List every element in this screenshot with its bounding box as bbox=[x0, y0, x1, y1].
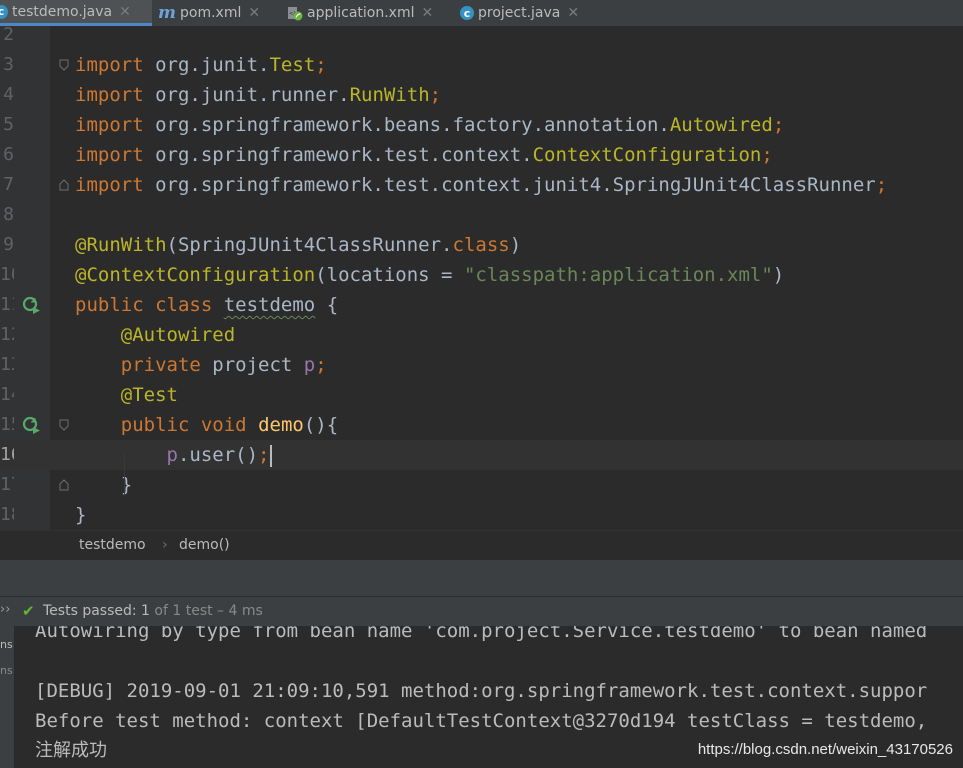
tests-passed-status: Tests passed: 1 of 1 test – 4 ms bbox=[43, 603, 263, 619]
breadcrumb: testdemo › demo() bbox=[0, 530, 963, 560]
code-line: 18 } bbox=[0, 504, 87, 526]
code-line: 15 public void demo(){ bbox=[0, 414, 339, 436]
code-line: 10 @ContextConfiguration(locations = "cl… bbox=[0, 264, 785, 286]
fold-start-icon[interactable] bbox=[59, 59, 69, 71]
run-test-icon[interactable] bbox=[22, 295, 42, 315]
class-name: testdemo bbox=[223, 294, 316, 316]
code-line: 2 bbox=[3, 26, 14, 45]
editor-tab-bar: c testdemo.java ✕ m pom.xml ✕ </> applic… bbox=[0, 0, 963, 26]
code-line: 7 import org.springframework.test.contex… bbox=[3, 174, 888, 196]
breadcrumb-class[interactable]: testdemo bbox=[79, 537, 146, 553]
breadcrumb-method[interactable]: demo() bbox=[179, 537, 230, 553]
run-test-icon[interactable] bbox=[22, 415, 42, 435]
console-side-toolbar: ns ns bbox=[0, 626, 14, 768]
code-line: 11 public class testdemo { bbox=[0, 294, 339, 316]
code-editor[interactable]: 2 3 import org.junit.Test; 4 import org.… bbox=[0, 26, 963, 530]
maven-icon: m bbox=[158, 3, 176, 23]
side-tab[interactable]: ns bbox=[0, 664, 13, 677]
code-line-current: 16 p.user(); bbox=[0, 440, 963, 470]
fold-end-icon[interactable] bbox=[59, 179, 69, 191]
breadcrumb-separator: › bbox=[162, 537, 168, 553]
expand-icon[interactable]: ›› bbox=[0, 602, 10, 617]
code-line: 5 import org.springframework.beans.facto… bbox=[3, 114, 785, 136]
java-class-icon: c bbox=[460, 6, 474, 20]
code-line: 6 import org.springframework.test.contex… bbox=[3, 144, 773, 166]
panel-divider bbox=[0, 560, 963, 596]
code-line: 14 @Test bbox=[0, 384, 178, 406]
code-line: 9 @RunWith(SpringJUnit4ClassRunner.class… bbox=[3, 234, 522, 256]
code-line: 4 import org.junit.runner.RunWith; bbox=[3, 84, 442, 106]
spring-xml-icon: </> bbox=[288, 7, 303, 21]
code-line: 13 private project p; bbox=[0, 354, 327, 376]
close-icon[interactable]: ✕ bbox=[567, 5, 579, 21]
console-line: Before test method: context [DefaultTest… bbox=[35, 710, 928, 732]
console-line: Autowiring by type from bean name 'com.p… bbox=[35, 626, 928, 642]
tab-project-java[interactable]: c project.java ✕ bbox=[460, 0, 600, 26]
indent-guide bbox=[124, 454, 125, 494]
code-line: 3 import org.junit.Test; bbox=[3, 54, 327, 76]
text-caret bbox=[269, 444, 272, 467]
tab-application-xml[interactable]: </> application.xml ✕ bbox=[287, 0, 453, 26]
fold-end-icon[interactable] bbox=[59, 479, 69, 491]
watermark: https://blog.csdn.net/weixin_43170526 bbox=[697, 741, 953, 758]
close-icon[interactable]: ✕ bbox=[248, 5, 260, 21]
close-icon[interactable]: ✕ bbox=[119, 4, 131, 20]
close-icon[interactable]: ✕ bbox=[422, 5, 434, 21]
tab-testdemo-java[interactable]: c testdemo.java ✕ bbox=[0, 0, 152, 26]
java-class-icon: c bbox=[0, 4, 8, 19]
tab-pom-xml[interactable]: m pom.xml ✕ bbox=[158, 0, 280, 26]
code-line: 12 @Autowired bbox=[0, 324, 236, 346]
code-line: 17 } bbox=[0, 474, 133, 496]
console-line: 注解成功 bbox=[35, 740, 107, 761]
run-console[interactable]: ns ns Autowiring by type from bean name … bbox=[0, 626, 963, 768]
side-tab[interactable]: ns bbox=[0, 638, 13, 651]
check-icon: ✔ bbox=[22, 602, 35, 620]
console-line: [DEBUG] 2019-09-01 21:09:10,591 method:o… bbox=[35, 680, 928, 702]
run-status-bar: ›› ✔ Tests passed: 1 of 1 test – 4 ms bbox=[0, 596, 963, 626]
code-line: 8 bbox=[3, 204, 14, 225]
fold-start-icon[interactable] bbox=[59, 419, 69, 431]
